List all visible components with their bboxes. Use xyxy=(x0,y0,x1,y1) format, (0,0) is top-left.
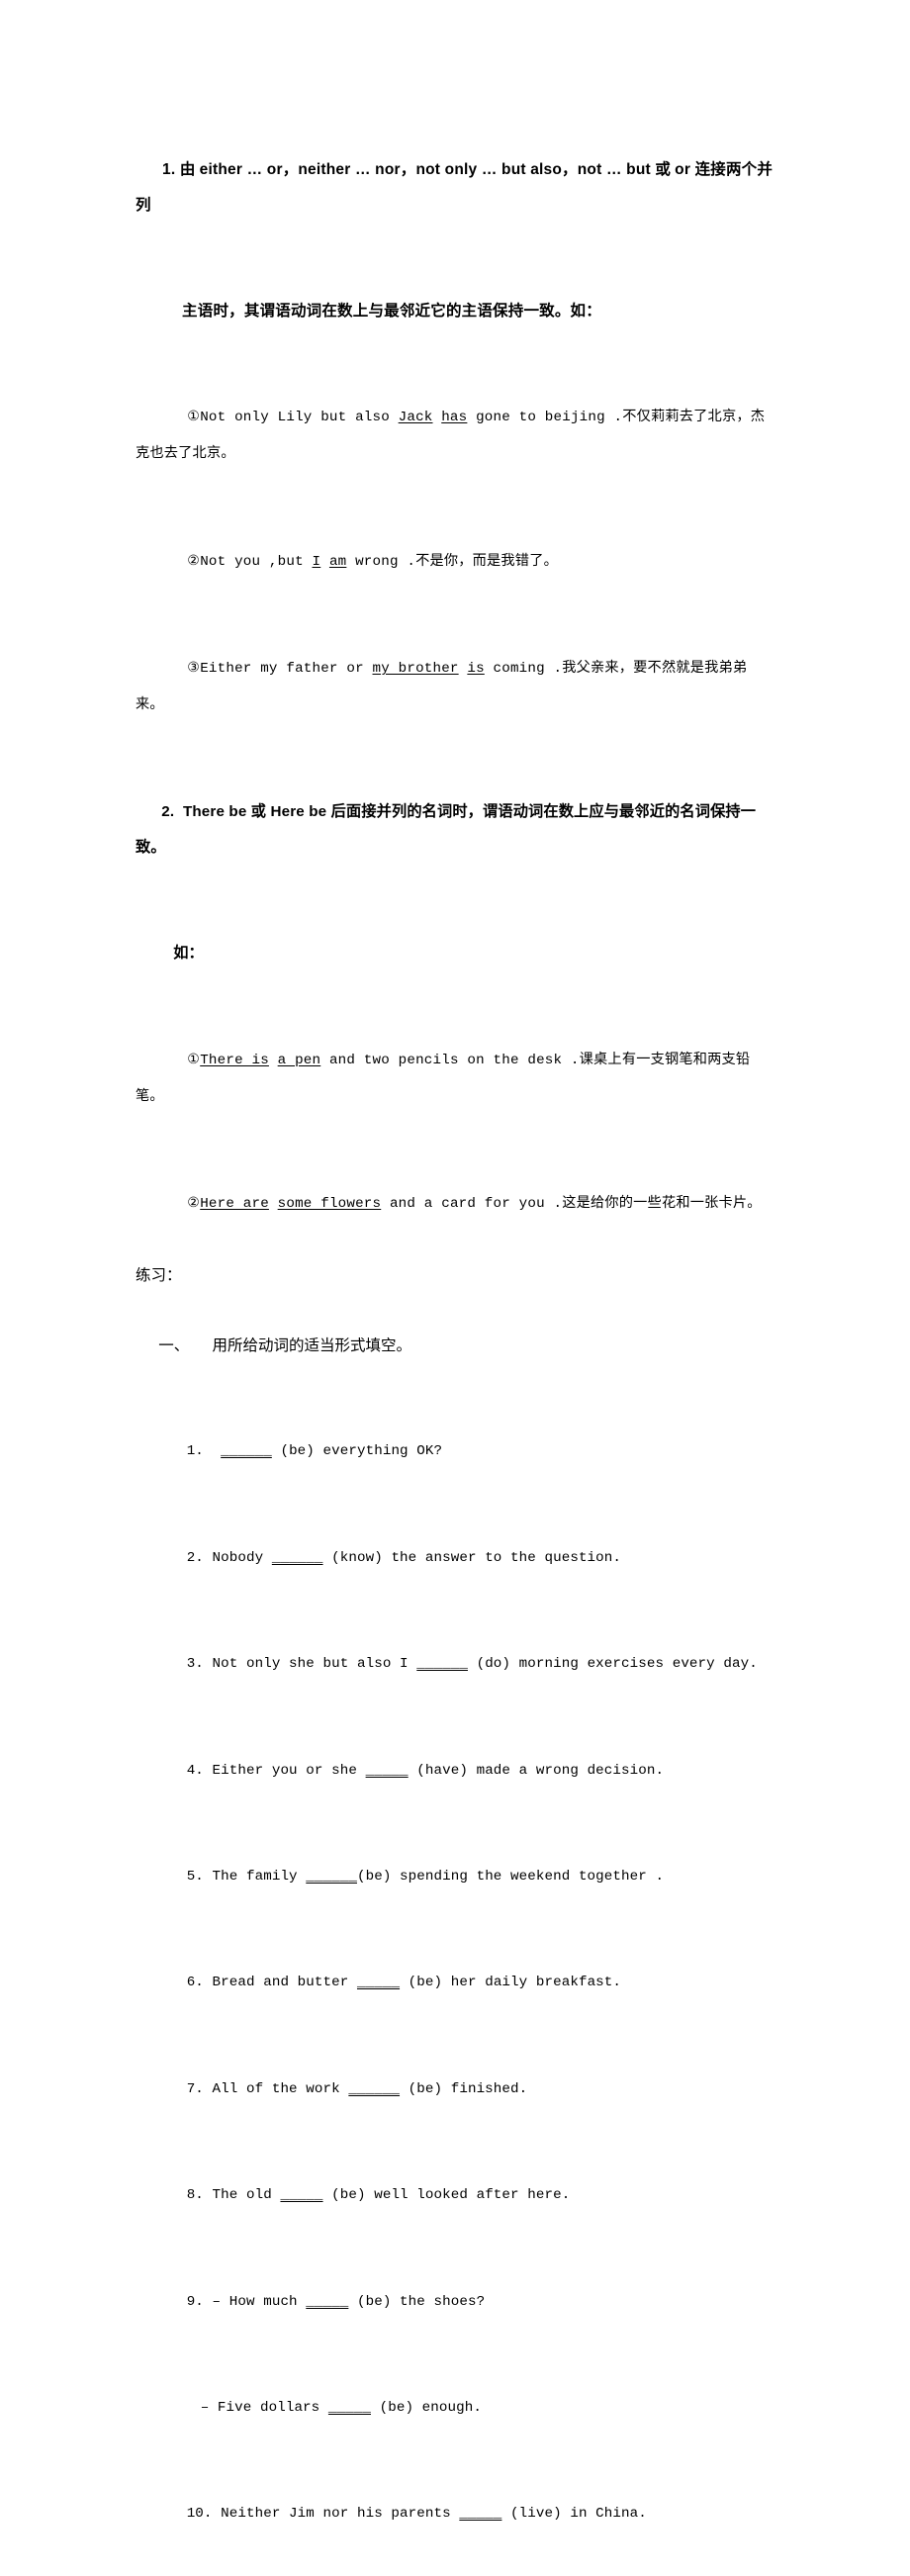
rule-1-example-1: ①Not only Lily but also Jack has gone to… xyxy=(136,365,774,508)
section-1-number: 一、 xyxy=(158,1337,190,1355)
underlined-noun: a pen xyxy=(277,1052,321,1068)
document-body: 1. 由 either … or，neither … nor，not only … xyxy=(136,117,774,2576)
answer-blank[interactable]: _____ xyxy=(306,2294,348,2310)
example-text: Not you ,but I am wrong .不是你，而是我错了。 xyxy=(200,552,558,570)
question-7: 7. All of the work ______ (be) finished. xyxy=(186,2080,528,2097)
answer-blank[interactable]: _____ xyxy=(328,2400,371,2416)
rule-2-heading-line-1: 2. There be 或 Here be 后面接并列的名词时，谓语动词在数上应… xyxy=(136,759,774,900)
rule-1-text-pre: 由 xyxy=(179,160,200,178)
answer-blank[interactable]: _____ xyxy=(357,1975,400,1990)
rule-1-latin-1: either … or，neither … nor，not only … but… xyxy=(199,160,656,178)
question-6: 6. Bread and butter _____ (be) her daily… xyxy=(186,1975,622,1991)
rule-1-heading-line-1: 1. 由 either … or，neither … nor，not only … xyxy=(136,117,774,258)
question-11: 11. Talking loudly in public _____ (be) … xyxy=(136,2568,774,2576)
example-text: There is a pen and two pencils on the de… xyxy=(136,1051,751,1104)
question-1: 1. ______ (be) everything OK? xyxy=(186,1443,443,1460)
question-4: 4. Either you or she _____ (have) made a… xyxy=(186,1762,665,1779)
question-number: 5. xyxy=(186,1869,204,1886)
rule-1-heading-line-2-text: 主语时，其谓语动词在数上与最邻近它的主语保持一致。如： xyxy=(182,302,601,320)
question-8: 8. The old _____ (be) well looked after … xyxy=(186,2187,571,2204)
underlined-verb: is xyxy=(467,660,485,677)
question-number: 6. xyxy=(186,1975,204,1991)
rule-2-heading-line-2-text: 如： xyxy=(173,945,204,963)
answer-blank[interactable]: ______ xyxy=(348,2081,400,2097)
answer-blank[interactable]: ______ xyxy=(306,1869,357,1885)
underlined-subject: Jack xyxy=(398,410,433,426)
question-number: 3. xyxy=(186,1656,204,1673)
question-number: 2. xyxy=(186,1549,204,1566)
rule-1-text-mid: 或 xyxy=(655,160,676,178)
underlined-verb: has xyxy=(441,410,468,426)
underlined-there-is: There is xyxy=(200,1052,269,1068)
question-9-reply: – Five dollars _____ (be) enough. xyxy=(200,2400,482,2416)
answer-blank[interactable]: ______ xyxy=(272,1550,323,1566)
underlined-verb: am xyxy=(328,553,347,570)
question-number: 9. xyxy=(186,2293,204,2310)
question-number: 1. xyxy=(186,1443,204,1460)
example-translation: 不是你，而是我错了。 xyxy=(415,552,558,569)
underlined-here-are: Here are xyxy=(200,1195,269,1212)
rule-2-heading-text: There be 或 Here be 后面接并列的名词时，谓语动词在数上应与最邻… xyxy=(136,803,757,856)
question-3: 3. Not only she but also I ______ (do) m… xyxy=(186,1656,758,1673)
underlined-subject: I xyxy=(312,553,321,570)
example-marker: ③ xyxy=(187,660,201,677)
rule-2-heading-line-2: 如： xyxy=(136,901,774,1007)
answer-blank[interactable]: _____ xyxy=(459,2506,501,2522)
underlined-noun: some flowers xyxy=(277,1195,382,1212)
question-number: 10. xyxy=(186,2506,213,2523)
underlined-subject: my brother xyxy=(372,660,459,677)
question-5: 5. The family ______(be) spending the we… xyxy=(186,1869,665,1886)
rule-1-number: 1. xyxy=(162,160,176,178)
rule-1-latin-2: or xyxy=(675,160,695,178)
question-10: 10. Neither Jim nor his parents _____ (l… xyxy=(186,2506,647,2523)
answer-blank[interactable]: ______ xyxy=(416,1656,468,1672)
document-page: 1. 由 either … or，neither … nor，not only … xyxy=(0,0,910,2522)
example-marker: ② xyxy=(187,1195,201,1212)
answer-blank[interactable]: _____ xyxy=(280,2187,322,2203)
rule-1-example-2: ②Not you ,but I am wrong .不是你，而是我错了。 xyxy=(136,508,774,615)
question-number: 4. xyxy=(186,1762,204,1779)
answer-blank[interactable]: ______ xyxy=(221,1443,272,1459)
rule-2-example-2: ②Here are some flowers and a card for yo… xyxy=(136,1150,774,1257)
section-1-heading: 一、 用所给动词的适当形式填空。 xyxy=(136,1293,774,1399)
section-1-title: 用所给动词的适当形式填空。 xyxy=(212,1337,412,1355)
answer-blank[interactable]: _____ xyxy=(366,1763,409,1779)
example-text: Either my father or my brother is coming… xyxy=(136,659,748,712)
example-text: Here are some flowers and a card for you… xyxy=(200,1194,762,1212)
example-marker: ② xyxy=(187,553,201,570)
rule-1-heading-line-2: 主语时，其谓语动词在数上与最邻近它的主语保持一致。如： xyxy=(136,258,774,364)
example-marker: ① xyxy=(187,410,201,426)
question-number: 8. xyxy=(186,2187,204,2204)
example-text: Not only Lily but also Jack has gone to … xyxy=(136,409,766,462)
rule-2-example-1: ①There is a pen and two pencils on the d… xyxy=(136,1007,774,1150)
question-number: 7. xyxy=(186,2080,204,2097)
question-2: 2. Nobody ______ (know) the answer to th… xyxy=(186,1549,622,1566)
rule-2-number: 2. xyxy=(161,803,175,821)
question-9: 9. – How much _____ (be) the shoes? xyxy=(186,2293,486,2310)
example-marker: ① xyxy=(187,1052,201,1068)
example-translation: 这是给你的一些花和一张卡片。 xyxy=(562,1194,762,1211)
rule-1-example-3: ③Either my father or my brother is comin… xyxy=(136,615,774,759)
